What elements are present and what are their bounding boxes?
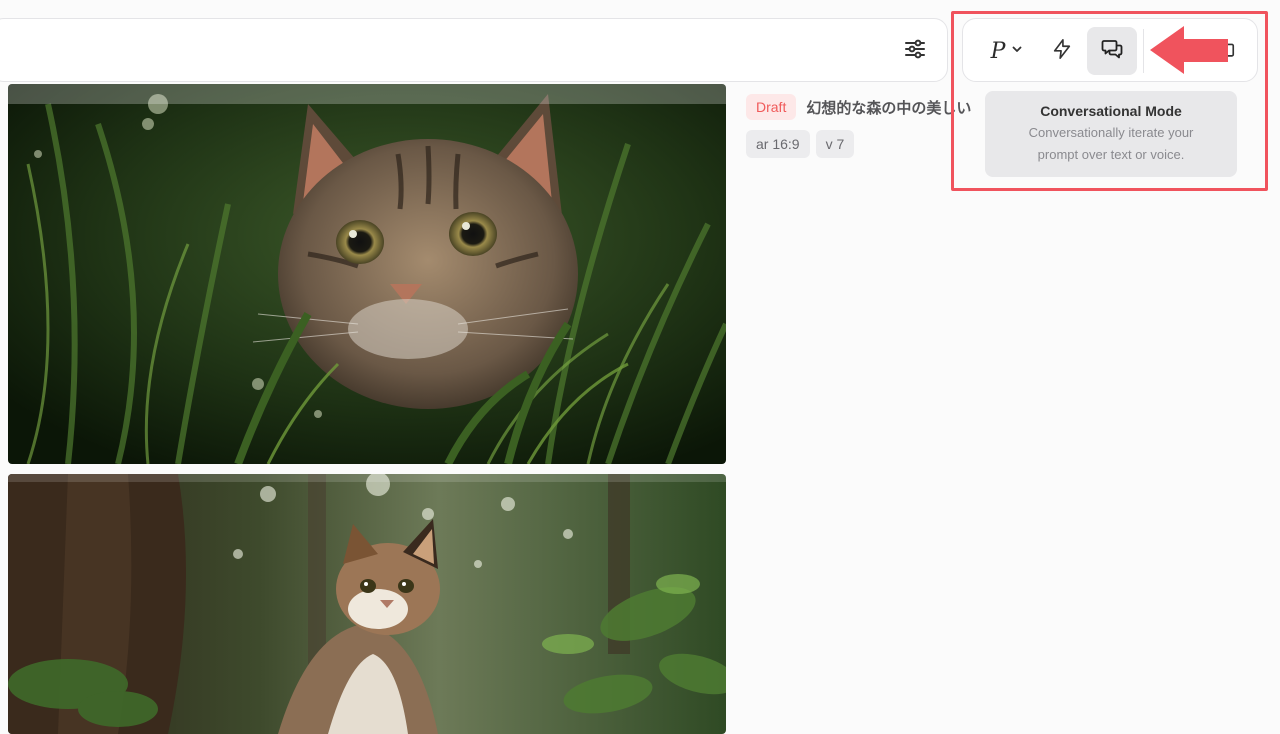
job-tags: ar 16:9 v 7 [746, 130, 986, 158]
personalize-button[interactable]: P [977, 27, 1037, 75]
draft-badge: Draft [746, 94, 797, 120]
lightning-icon [1051, 38, 1073, 65]
version-tag[interactable]: v 7 [815, 130, 855, 158]
tooltip-description-line-1: Conversationally iterate your [1028, 125, 1194, 140]
conversational-mode-tooltip: Conversational Mode Conversationally ite… [985, 91, 1237, 177]
fast-mode-button[interactable] [1043, 27, 1081, 75]
cat-image-illustration [8, 84, 726, 464]
job-info: Draft 幻想的な森の中の美しい ar 16:9 v 7 [746, 94, 986, 174]
generated-image-2[interactable] [8, 474, 726, 734]
mode-toolbar: P [962, 18, 1258, 82]
prompt-bar[interactable] [0, 18, 948, 82]
sliders-icon [903, 37, 927, 66]
folder-icon [1214, 38, 1236, 65]
toolbar-divider [1143, 29, 1144, 73]
personalize-label: P [990, 38, 1006, 64]
chevron-down-icon [1011, 42, 1023, 60]
settings-button[interactable] [899, 35, 931, 67]
generated-image-1[interactable] [8, 84, 726, 464]
aspect-ratio-tag[interactable]: ar 16:9 [746, 130, 810, 158]
conversational-mode-button[interactable] [1087, 27, 1137, 75]
chat-bubbles-icon [1100, 37, 1124, 66]
folder-button[interactable] [1207, 27, 1243, 75]
cat-image-illustration [8, 474, 726, 734]
job-header: Draft 幻想的な森の中の美しい [746, 94, 986, 120]
tooltip-description-line-2: prompt over text or voice. [1037, 147, 1185, 162]
tooltip-description: Conversationally iterate your prompt ove… [985, 122, 1237, 166]
job-prompt-text[interactable]: 幻想的な森の中の美しい [806, 97, 971, 118]
tooltip-title: Conversational Mode [1040, 103, 1182, 119]
